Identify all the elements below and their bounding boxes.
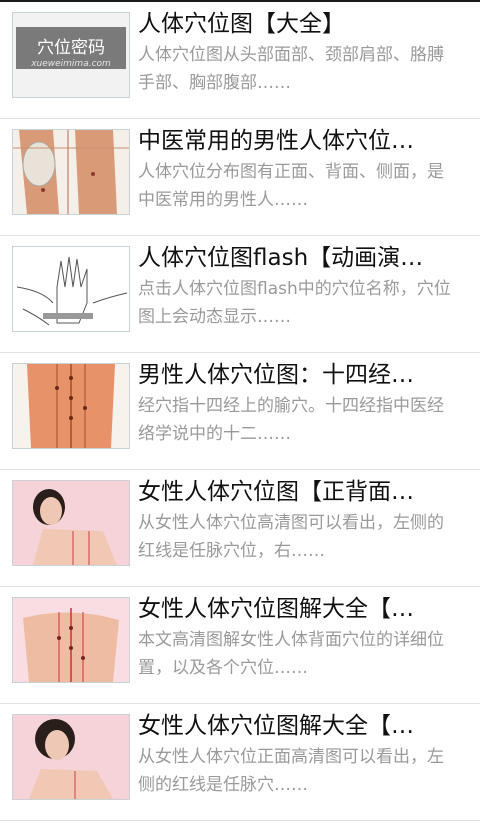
logo-url-text: xueweimima.com: [30, 59, 111, 69]
female-portrait-thumbnail: [12, 714, 130, 800]
list-item[interactable]: 人体穴位图flash【动画演… 点击人体穴位图flash中的穴位名称，穴位图上会…: [0, 236, 480, 353]
list-item[interactable]: 女性人体穴位图解大全【… 从女性人体穴位正面高清图可以看出，左侧的红线是任脉穴……: [0, 704, 480, 821]
item-description: 经穴指十四经上的腧穴。十四经指中医经络学说中的十二……: [138, 396, 444, 444]
item-description: 点击人体穴位图flash中的穴位名称，穴位图上会动态显示……: [138, 279, 451, 327]
article-list[interactable]: 穴位密码 xueweimima.com 人体穴位图【大全】 人体穴位图从头部面部…: [0, 2, 480, 821]
item-title: 女性人体穴位图【正背面…: [138, 479, 414, 505]
logo-text: 穴位密码: [37, 38, 105, 58]
item-title: 人体穴位图【大全】: [138, 11, 345, 37]
list-item[interactable]: 男性人体穴位图：十四经… 经穴指十四经上的腧穴。十四经指中医经络学说中的十二……: [0, 353, 480, 470]
list-item[interactable]: 穴位密码 xueweimima.com 人体穴位图【大全】 人体穴位图从头部面部…: [0, 2, 480, 119]
list-item[interactable]: 女性人体穴位图【正背面… 从女性人体穴位高清图可以看出，左侧的红线是任脉穴位，右…: [0, 470, 480, 587]
item-description: 本文高清图解女性人体背面穴位的详细位置，以及各个穴位……: [138, 630, 444, 678]
male-back-acupoint-thumbnail: [12, 363, 130, 449]
male-hip-acupoint-thumbnail: [12, 129, 130, 215]
item-title: 男性人体穴位图：十四经…: [138, 362, 414, 388]
hand-sketch-thumbnail: [12, 246, 130, 332]
logo-thumbnail: 穴位密码 xueweimima.com: [12, 12, 130, 98]
item-title: 女性人体穴位图解大全【…: [138, 596, 414, 622]
item-description: 从女性人体穴位正面高清图可以看出，左侧的红线是任脉穴……: [138, 747, 444, 795]
item-description: 从女性人体穴位高清图可以看出，左侧的红线是任脉穴位，右……: [138, 513, 444, 561]
item-title: 女性人体穴位图解大全【…: [138, 713, 414, 739]
list-item[interactable]: 中医常用的男性人体穴位… 人体穴位分布图有正面、背面、侧面，是中医常用的男性人……: [0, 119, 480, 236]
item-description: 人体穴位图从头部面部、颈部肩部、胳膊手部、胸部腹部……: [138, 45, 444, 93]
female-front-thumbnail: [12, 480, 130, 566]
list-item[interactable]: 女性人体穴位图解大全【… 本文高清图解女性人体背面穴位的详细位置，以及各个穴位……: [0, 587, 480, 704]
item-description: 人体穴位分布图有正面、背面、侧面，是中医常用的男性人……: [138, 162, 444, 210]
female-back-thumbnail: [12, 597, 130, 683]
item-title: 中医常用的男性人体穴位…: [138, 128, 414, 154]
item-title: 人体穴位图flash【动画演…: [138, 245, 424, 271]
